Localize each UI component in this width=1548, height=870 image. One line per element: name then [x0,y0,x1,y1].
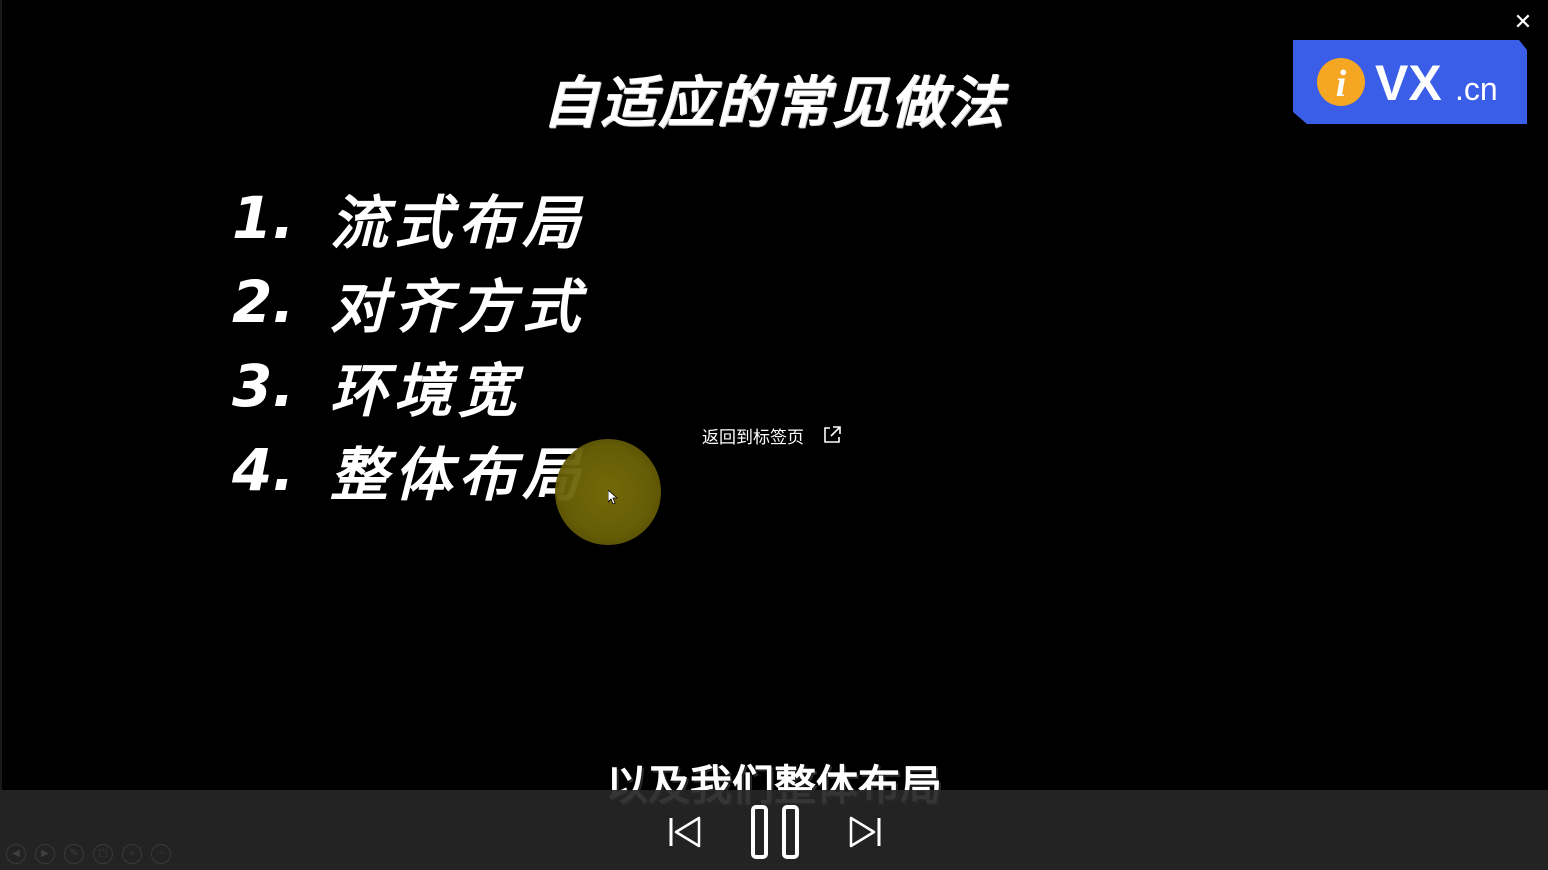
item-number: 2. [232,268,295,336]
list-item: 4. 整体布局 [232,428,586,512]
mini-toolbar: ◀ ▶ ✎ ▢ ⌕ ⋯ [6,844,171,864]
item-text: 整体布局 [330,441,587,509]
list-item: 3. 环境宽 [232,344,586,428]
next-circle-icon[interactable]: ▶ [35,844,55,864]
item-text: 对齐方式 [330,273,587,341]
slide-list: 1. 流式布局 2. 对齐方式 3. 环境宽 4. 整体布局 [232,176,586,512]
external-link-icon [824,426,841,443]
list-item: 1. 流式布局 [232,176,586,260]
return-to-tab-label: 返回到标签页 [702,427,804,448]
item-text: 环境宽 [330,357,523,425]
item-text: 流式布局 [330,189,587,257]
pause-icon[interactable] [750,804,800,860]
presentation-stage: ✕ i VX .cn 自适应的常见做法 1. 流式布局 2. 对齐方式 3. 环… [0,0,1548,870]
prev-circle-icon[interactable]: ◀ [6,844,26,864]
slide-title: 自适应的常见做法 [542,71,1006,136]
list-item: 2. 对齐方式 [232,260,586,344]
item-number: 4. [232,436,295,504]
skip-next-icon[interactable] [848,815,882,849]
return-to-tab-link[interactable]: 返回到标签页 [702,422,842,448]
pen-icon[interactable]: ✎ [64,844,84,864]
playback-control-bar [0,790,1548,870]
more-icon[interactable]: ⋯ [151,844,171,864]
screen-icon[interactable]: ▢ [93,844,113,864]
item-number: 3. [232,352,295,420]
item-number: 1. [232,184,295,252]
skip-previous-icon[interactable] [668,815,702,849]
close-button[interactable]: ✕ [1512,12,1534,34]
zoom-icon[interactable]: ⌕ [122,844,142,864]
mouse-cursor-icon [608,490,619,505]
